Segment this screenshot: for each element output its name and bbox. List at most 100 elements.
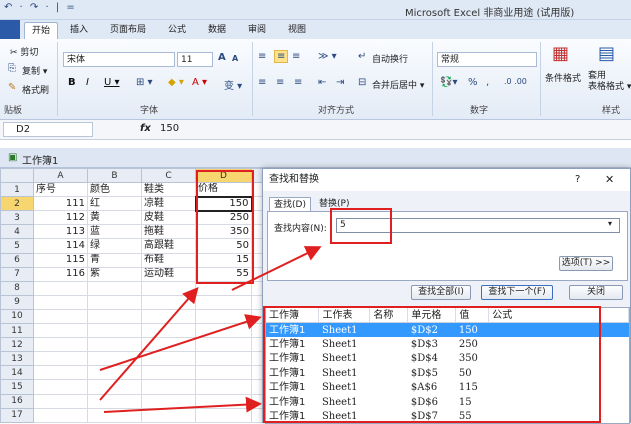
cell[interactable]: 青 bbox=[88, 253, 142, 267]
format-painter-button[interactable]: 格式刷 bbox=[22, 83, 49, 96]
cell[interactable]: 鞋类 bbox=[142, 183, 196, 197]
cell[interactable]: 绿 bbox=[88, 239, 142, 253]
cell[interactable]: 凉鞋 bbox=[142, 197, 196, 211]
grow-font-button[interactable]: A bbox=[218, 52, 226, 63]
copy-button[interactable]: 复制 ▾ bbox=[22, 64, 47, 77]
row-header[interactable]: 1 bbox=[1, 183, 34, 197]
cell[interactable]: 116 bbox=[34, 267, 88, 281]
cell[interactable]: 序号 bbox=[34, 183, 88, 197]
column-header-a[interactable]: A bbox=[34, 169, 88, 183]
decimal-icon[interactable]: .0 .00 bbox=[504, 77, 527, 86]
currency-icon[interactable]: 💱▾ bbox=[440, 77, 457, 88]
bold-button[interactable]: B bbox=[68, 77, 76, 88]
group-divider bbox=[252, 42, 253, 116]
cell[interactable]: 紫 bbox=[88, 267, 142, 281]
quick-access-toolbar[interactable]: ↶ · ↷ · | = bbox=[4, 2, 77, 13]
row-header[interactable]: 13 bbox=[1, 352, 34, 366]
tab-insert[interactable]: 插入 bbox=[62, 22, 96, 39]
help-button[interactable]: ? bbox=[575, 174, 580, 185]
corner-cell[interactable] bbox=[1, 169, 34, 183]
cell[interactable]: 皮鞋 bbox=[142, 211, 196, 225]
cell[interactable]: 112 bbox=[34, 211, 88, 225]
tab-view[interactable]: 视图 bbox=[280, 22, 314, 39]
fill-color-icon[interactable]: ◆ ▾ bbox=[168, 77, 184, 88]
file-tab[interactable] bbox=[0, 20, 20, 39]
row-header[interactable]: 7 bbox=[1, 267, 34, 281]
row-header[interactable]: 12 bbox=[1, 338, 34, 352]
tab-home[interactable]: 开始 bbox=[24, 22, 58, 39]
orientation-icon[interactable]: ≫ ▾ bbox=[318, 51, 337, 62]
tab-formulas[interactable]: 公式 bbox=[160, 22, 194, 39]
cell[interactable]: 111 bbox=[34, 197, 88, 211]
indent-increase-icon[interactable]: ⇥ bbox=[336, 77, 344, 88]
formula-bar: D2 fx 150 bbox=[0, 120, 631, 140]
cell[interactable]: 拖鞋 bbox=[142, 225, 196, 239]
cut-button[interactable]: ✂ 剪切 bbox=[10, 45, 38, 58]
cell[interactable]: 蓝 bbox=[88, 225, 142, 239]
align-right-icon[interactable]: ≡ bbox=[294, 77, 302, 88]
row-header[interactable]: 2 bbox=[1, 197, 34, 211]
close-icon[interactable]: ✕ bbox=[605, 173, 614, 186]
underline-button[interactable]: U ▾ bbox=[104, 77, 120, 88]
find-next-button[interactable]: 查找下一个(F) bbox=[481, 285, 553, 300]
column-header-c[interactable]: C bbox=[142, 169, 196, 183]
row-header[interactable]: 6 bbox=[1, 253, 34, 267]
column-header-b[interactable]: B bbox=[88, 169, 142, 183]
cell[interactable]: 黄 bbox=[88, 211, 142, 225]
group-divider bbox=[540, 42, 541, 116]
tab-data[interactable]: 数据 bbox=[200, 22, 234, 39]
cell[interactable]: 114 bbox=[34, 239, 88, 253]
row-header[interactable]: 5 bbox=[1, 239, 34, 253]
font-size-select[interactable]: 11 bbox=[177, 52, 213, 67]
italic-button[interactable]: I bbox=[86, 77, 89, 88]
workbook-title-bar: ▣ 工作簿1 bbox=[0, 148, 631, 168]
chevron-down-icon[interactable]: ▾ bbox=[608, 219, 612, 228]
row-header[interactable]: 11 bbox=[1, 324, 34, 338]
comma-button[interactable]: , bbox=[486, 77, 489, 88]
indent-decrease-icon[interactable]: ⇤ bbox=[318, 77, 326, 88]
phonetic-icon[interactable]: 变 ▾ bbox=[224, 77, 242, 92]
table-format-button[interactable]: 套用 表格格式 ▾ bbox=[588, 71, 631, 93]
cell[interactable]: 布鞋 bbox=[142, 253, 196, 267]
font-color-icon[interactable]: A ▾ bbox=[192, 77, 207, 88]
row-header[interactable]: 3 bbox=[1, 211, 34, 225]
row-header[interactable]: 14 bbox=[1, 366, 34, 380]
font-name-select[interactable]: 宋体 bbox=[63, 52, 175, 67]
align-top-icon[interactable]: ≡ bbox=[258, 51, 266, 62]
formula-input[interactable]: 150 bbox=[160, 123, 179, 134]
cell[interactable]: 运动鞋 bbox=[142, 267, 196, 281]
row-header[interactable]: 17 bbox=[1, 408, 34, 422]
row-header[interactable]: 15 bbox=[1, 380, 34, 394]
align-middle-icon[interactable]: ≡ bbox=[274, 50, 288, 63]
fx-icon[interactable]: fx bbox=[140, 123, 151, 134]
workbook-icon: ▣ bbox=[8, 152, 17, 163]
cell[interactable]: 红 bbox=[88, 197, 142, 211]
options-button[interactable]: 选项(T) >> bbox=[559, 256, 613, 271]
percent-button[interactable]: % bbox=[468, 77, 478, 88]
wrap-text-button[interactable]: 自动换行 bbox=[372, 52, 408, 65]
row-header[interactable]: 16 bbox=[1, 394, 34, 408]
cell[interactable]: 115 bbox=[34, 253, 88, 267]
find-all-button[interactable]: 查找全部(I) bbox=[411, 285, 471, 300]
shrink-font-button[interactable]: A bbox=[232, 54, 238, 63]
close-button[interactable]: 关闭 bbox=[569, 285, 623, 300]
conditional-format-button[interactable]: 条件格式 bbox=[545, 71, 581, 84]
cell[interactable]: 高跟鞋 bbox=[142, 239, 196, 253]
row-header[interactable]: 10 bbox=[1, 309, 34, 323]
row-header[interactable]: 8 bbox=[1, 281, 34, 295]
align-bottom-icon[interactable]: ≡ bbox=[292, 51, 300, 62]
name-box[interactable]: D2 bbox=[3, 122, 93, 137]
row-header[interactable]: 9 bbox=[1, 295, 34, 309]
tab-find[interactable]: 查找(D) bbox=[269, 197, 311, 212]
tab-page-layout[interactable]: 页面布局 bbox=[102, 22, 154, 39]
tab-review[interactable]: 审阅 bbox=[240, 22, 274, 39]
row-header[interactable]: 4 bbox=[1, 225, 34, 239]
border-icon[interactable]: ⊞ ▾ bbox=[136, 77, 153, 88]
group-divider bbox=[432, 42, 433, 116]
cell[interactable]: 113 bbox=[34, 225, 88, 239]
align-left-icon[interactable]: ≡ bbox=[258, 77, 266, 88]
cell[interactable]: 颜色 bbox=[88, 183, 142, 197]
merge-center-button[interactable]: 合并后居中 ▾ bbox=[372, 78, 424, 91]
align-center-icon[interactable]: ≡ bbox=[276, 77, 284, 88]
number-format-select[interactable]: 常规 bbox=[437, 52, 537, 67]
